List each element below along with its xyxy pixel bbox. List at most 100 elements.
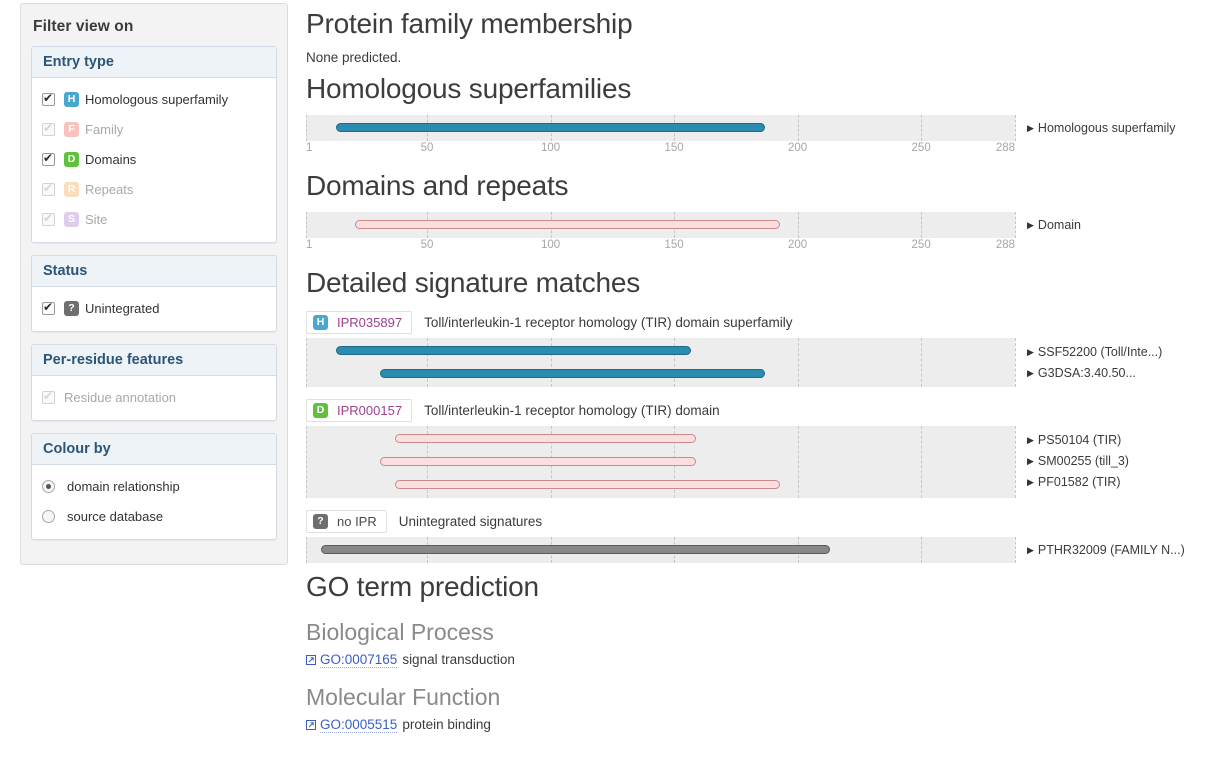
gridline <box>797 426 800 498</box>
accession-text: no IPR <box>337 514 377 529</box>
signature-description: Toll/interleukin-1 receptor homology (TI… <box>424 403 720 418</box>
residue-axis: 1 50 100 150 200 250 288 <box>306 142 1015 162</box>
signature-header: ? no IPR Unintegrated signatures <box>306 510 1227 533</box>
gridline <box>921 212 923 238</box>
chevron-right-icon: ▶ <box>1027 122 1034 133</box>
legend-item[interactable]: ▶ Homologous superfamily <box>1027 118 1175 139</box>
gridline <box>306 426 308 498</box>
accession-badge-no-ipr[interactable]: ? no IPR <box>306 510 387 533</box>
signature-match-list: H IPR035897 Toll/interleukin-1 receptor ho… <box>306 311 1227 563</box>
chevron-right-icon: ▶ <box>1027 435 1034 445</box>
filter-option-site: S Site <box>40 204 268 234</box>
entry-type-icon: H <box>313 315 328 330</box>
panel-header: Status <box>32 256 276 287</box>
external-link-icon <box>306 655 316 665</box>
go-group-heading-molecular-function: Molecular Function <box>306 684 501 710</box>
checkbox-site <box>42 211 55 226</box>
accession-badge-ipr000157[interactable]: D IPR000157 <box>306 399 413 422</box>
main-content: Protein family membership None predicted… <box>288 0 1227 733</box>
filter-option-domains[interactable]: D Domains <box>40 144 268 174</box>
go-group-heading-biological-process: Biological Process <box>306 619 494 645</box>
sidebar-panels: Entry type H Homologous superfamily F Family… <box>31 46 277 540</box>
chevron-right-icon: ▶ <box>1027 368 1034 378</box>
go-term-id[interactable]: GO:0007165 <box>320 652 398 668</box>
legend-item[interactable]: ▶ G3DSA:3.40.50... <box>1027 363 1162 384</box>
track-canvas <box>306 212 1016 238</box>
checkbox-residue-annotation <box>42 389 55 404</box>
go-term-list: Biological Process GO:0007165 signal trans… <box>306 619 1227 733</box>
domain-bar[interactable] <box>335 346 692 355</box>
radio-source-database[interactable] <box>42 509 55 523</box>
panel-header: Per-residue features <box>32 345 276 376</box>
accession-badge-ipr035897[interactable]: H IPR035897 <box>306 311 413 334</box>
legend-item[interactable]: ▶ SSF52200 (Toll/Inte...) <box>1027 342 1162 363</box>
legend-item[interactable]: ▶ PF01582 (TIR) <box>1027 472 1129 493</box>
track-canvas <box>306 426 1017 498</box>
signature-header: H IPR035897 Toll/interleukin-1 receptor ho… <box>306 311 1227 334</box>
axis-tick: 150 <box>664 239 684 251</box>
homologous-superfamilies-track: ▶ Homologous superfamily 1 50 100 150 200 250 28… <box>306 115 1227 162</box>
entry-type-icon: ? <box>313 514 328 529</box>
legend-item[interactable]: ▶ SM00255 (till_3) <box>1027 451 1129 472</box>
signature-entry-ipr000157: D IPR000157 Toll/interleukin-1 receptor ho… <box>306 399 1227 498</box>
track-legend: ▶ PS50104 (TIR) ▶ SM00255 (till_3) ▶ PF01582 … <box>1015 426 1129 498</box>
entry-type-icon: D <box>313 403 328 418</box>
filter-option-label: Residue annotation <box>64 389 177 405</box>
filter-option-residue-annotation: Residue annotation <box>40 382 268 412</box>
checkbox-unintegrated[interactable] <box>42 300 55 315</box>
signature-entry-no-ipr: ? no IPR Unintegrated signatures ▶ PTHR32009… <box>306 510 1227 563</box>
colour-by-option-source-database[interactable]: source database <box>40 501 268 531</box>
gridline <box>1015 537 1017 563</box>
legend-item[interactable]: ▶ PS50104 (TIR) <box>1027 430 1129 451</box>
filter-option-unintegrated[interactable]: ? Unintegrated <box>40 293 268 323</box>
legend-item[interactable]: ▶ Domain <box>1027 215 1081 236</box>
panel-colour-by: Colour by domain relationship source datab… <box>31 433 277 540</box>
domain-bar[interactable] <box>380 369 766 378</box>
entry-type-icon-family: F <box>64 121 79 137</box>
panel-per-residue-features: Per-residue features Residue annotation <box>31 344 277 421</box>
filter-option-repeats: R Repeats <box>40 174 268 204</box>
panel-body: H Homologous superfamily F Family D Domains RR… <box>32 78 276 242</box>
track-row: ▶ SSF52200 (Toll/Inte...) ▶ G3DSA:3.40.50..… <box>306 338 1227 387</box>
axis-tick: 288 <box>995 142 1015 154</box>
domains-repeats-title: Domains and repeats <box>306 170 569 201</box>
gridline <box>306 338 308 387</box>
sidebar-title: Filter view on <box>33 18 134 35</box>
signature-description: Toll/interleukin-1 receptor homology (TI… <box>424 315 793 330</box>
domain-bar[interactable] <box>394 480 781 489</box>
domain-bar[interactable] <box>335 123 766 132</box>
domain-bar[interactable] <box>320 545 830 554</box>
panel-body: ? Unintegrated <box>32 287 276 331</box>
domain-bar[interactable] <box>394 434 697 443</box>
domain-bar[interactable] <box>355 220 781 229</box>
filter-option-label: Family <box>85 121 124 137</box>
track-row: ▶ Domain <box>306 212 1227 238</box>
gridline <box>797 115 800 141</box>
checkbox-family <box>42 121 55 136</box>
go-term-name: protein binding <box>402 717 491 732</box>
chevron-right-icon: ▶ <box>1027 477 1034 487</box>
checkbox-domains[interactable] <box>42 151 55 166</box>
filter-option-label: Unintegrated <box>85 300 160 316</box>
residue-axis: 1 50 100 150 200 250 288 <box>306 239 1015 259</box>
go-term-prediction-title: GO term prediction <box>306 571 539 602</box>
axis-tick: 200 <box>788 142 808 154</box>
axis-tick: 250 <box>911 142 931 154</box>
filter-option-homologous-superfamily[interactable]: H Homologous superfamily <box>40 84 268 114</box>
legend-item[interactable]: ▶ PTHR32009 (FAMILY N...) <box>1027 540 1185 561</box>
entry-type-icon-site: S <box>64 211 79 227</box>
axis-tick: 150 <box>664 142 684 154</box>
radio-domain-relationship[interactable] <box>42 479 55 493</box>
axis-tick: 250 <box>911 239 931 251</box>
domain-bar[interactable] <box>380 457 697 466</box>
checkbox-homologous-superfamily[interactable] <box>42 91 55 106</box>
track-legend: ▶ Domain <box>1015 212 1081 238</box>
gridline <box>1015 426 1017 498</box>
go-term-id[interactable]: GO:0005515 <box>320 717 398 733</box>
protein-family-body: None predicted. <box>306 50 402 65</box>
chevron-right-icon: ▶ <box>1027 219 1034 230</box>
panel-header: Entry type <box>32 47 276 78</box>
colour-by-option-domain-relationship[interactable]: domain relationship <box>40 471 268 501</box>
track-row: ▶ PS50104 (TIR) ▶ SM00255 (till_3) ▶ PF01582 … <box>306 426 1227 498</box>
filter-option-label: Homologous superfamily <box>85 91 229 107</box>
